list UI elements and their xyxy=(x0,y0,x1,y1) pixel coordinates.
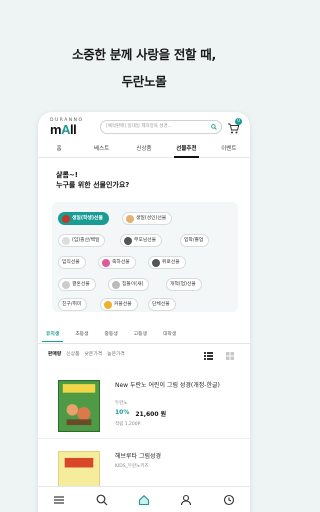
sort-low-price[interactable]: 낮은가격 xyxy=(85,350,103,360)
comfort-icon xyxy=(152,258,160,267)
main-nav: 홈 베스트 신상품 선물추천 이벤트 xyxy=(38,142,250,158)
gift-heading: 샬롬~! 누구를 위한 선물인가요? xyxy=(56,170,129,190)
chip-admission-graduation[interactable]: 입학/졸업 xyxy=(180,234,210,247)
bottom-nav-home[interactable] xyxy=(123,487,165,512)
age-tab-college[interactable]: 대학생 xyxy=(155,328,184,342)
chip-birthday-adult[interactable]: 생일(성인)선물 xyxy=(122,212,173,225)
chip-opening[interactable]: 개척(업)선물 xyxy=(166,278,202,291)
chip-comfort[interactable]: 위로선물 xyxy=(148,256,186,269)
cake-icon xyxy=(62,214,70,223)
search-icon xyxy=(96,494,108,505)
tab-best[interactable]: 베스트 xyxy=(80,142,122,157)
chip-wedding[interactable]: 결혼선물 xyxy=(58,278,96,291)
chip-ordination[interactable]: 임직선물 xyxy=(58,256,86,269)
age-tab-elementary[interactable]: 초등생 xyxy=(67,328,96,342)
cart-count-badge: 0 xyxy=(235,118,242,125)
ring-icon xyxy=(62,280,70,289)
logo[interactable]: DURANNO mAll xyxy=(50,118,84,136)
search-input[interactable]: [예약판매] 일대일 제자양육 성경... xyxy=(100,120,222,134)
tab-home[interactable]: 홈 xyxy=(38,142,80,157)
chip-friend-hobby[interactable]: 친구/취미 xyxy=(58,298,88,311)
baby-icon xyxy=(62,236,70,245)
couple-icon xyxy=(104,300,112,309)
party-icon xyxy=(102,258,110,267)
book-publisher: 두란노 xyxy=(115,401,128,406)
headline-line-1: 소중한 분께 사랑을 전할 때, xyxy=(72,47,216,62)
user-icon xyxy=(181,494,192,505)
history-icon xyxy=(223,494,234,505)
tab-event[interactable]: 이벤트 xyxy=(208,142,250,157)
chip-housewarming[interactable]: 집들이(새) xyxy=(108,278,150,291)
list-view-icon[interactable] xyxy=(204,352,213,360)
age-tab-kindergarten[interactable]: 유치생 xyxy=(38,328,67,342)
menu-icon xyxy=(54,495,65,504)
tab-gift-recommend[interactable]: 선물추천 xyxy=(165,142,207,158)
sort-options: 판매량 신상품 낮은가격 높은가격 xyxy=(48,350,125,360)
book-title[interactable]: 헤브루타 그림성경 xyxy=(115,453,235,461)
grid-view-icon[interactable] xyxy=(226,352,234,360)
age-tab-middle[interactable]: 중등생 xyxy=(97,328,126,342)
book-cover-illustration xyxy=(59,381,99,431)
chip-celebration[interactable]: 축하선물 xyxy=(98,256,136,269)
product-item[interactable]: New 두란노 어린이 그림 성경(개정-한글) 두란노 10% 21,600 … xyxy=(38,374,250,434)
chip-couple[interactable]: 커플선물 xyxy=(100,298,138,311)
bottom-nav xyxy=(38,486,250,512)
chip-group[interactable]: 단체선물 xyxy=(148,298,176,311)
bottom-nav-mypage[interactable] xyxy=(165,487,207,512)
price-row: 10% 21,600 원 xyxy=(115,409,166,418)
price: 21,600 원 xyxy=(135,411,167,418)
divider xyxy=(38,343,250,344)
chip-birth-100days[interactable]: (임)출산/백일 xyxy=(58,234,106,247)
promo-headline: 소중한 분께 사랑을 전할 때, 두란노몰 xyxy=(0,44,288,90)
sort-sales[interactable]: 판매량 xyxy=(48,350,61,360)
sort-high-price[interactable]: 높은가격 xyxy=(107,350,125,360)
chip-birthday-student[interactable]: 생일(학생)선물 xyxy=(58,212,109,225)
age-tabs: 유치생 초등생 중등생 고등생 대학생 xyxy=(38,328,250,342)
book-cover-image[interactable] xyxy=(58,380,100,432)
search-placeholder: [예약판매] 일대일 제자양육 성경... xyxy=(106,124,172,129)
cart-button[interactable]: 0 xyxy=(226,118,242,134)
bottom-nav-menu[interactable] xyxy=(38,487,80,512)
book-publisher: KIDS_두란노키즈 xyxy=(115,464,149,469)
search-icon[interactable] xyxy=(211,124,217,130)
reward-points: 적립 1,200P xyxy=(115,422,141,427)
headline-line-2: 두란노몰 xyxy=(121,74,167,89)
top-bar: DURANNO mAll [예약판매] 일대일 제자양육 성경... 0 xyxy=(38,112,250,142)
tab-new[interactable]: 신상품 xyxy=(123,142,165,157)
bottom-nav-search[interactable] xyxy=(80,487,122,512)
gift-heading-line-2: 누구를 위한 선물인가요? xyxy=(56,181,130,189)
book-title[interactable]: New 두란노 어린이 그림 성경(개정-한글) xyxy=(115,382,235,390)
age-tab-high[interactable]: 고등생 xyxy=(126,328,155,342)
chip-parents[interactable]: 부모님선물 xyxy=(120,234,163,247)
cake-icon xyxy=(126,214,134,223)
bottom-nav-history[interactable] xyxy=(208,487,250,512)
sort-new[interactable]: 신상품 xyxy=(66,350,79,360)
discount-rate: 10% xyxy=(115,409,130,416)
gift-heading-line-1: 샬롬~! xyxy=(56,171,78,179)
gift-category-panel: 생일(학생)선물 생일(성인)선물 (임)출산/백일 부모님선물 입학/졸업 임… xyxy=(52,202,238,312)
house-icon xyxy=(112,280,120,289)
logo-big-text: mAll xyxy=(50,122,77,137)
parents-icon xyxy=(124,236,132,245)
phone-screen: DURANNO mAll [예약판매] 일대일 제자양육 성경... 0 홈 베… xyxy=(38,112,250,512)
home-icon xyxy=(138,494,150,505)
